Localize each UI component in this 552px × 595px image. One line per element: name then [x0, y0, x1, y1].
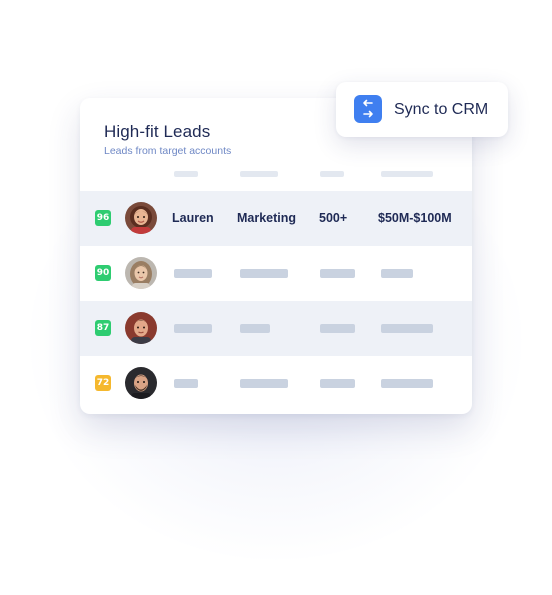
sync-arrows-icon [354, 95, 382, 123]
header-placeholder-name [174, 171, 198, 177]
avatar [125, 202, 157, 234]
placeholder-bar-department [240, 379, 288, 388]
lead-department: Marketing [237, 211, 297, 225]
placeholder-bar-revenue [381, 379, 433, 388]
placeholder-bar-name [174, 269, 212, 278]
lead-row[interactable]: 96 Lauren Marketing 500+ $50M-$100M [80, 191, 472, 246]
header-placeholder-department [240, 171, 278, 177]
avatar [125, 367, 157, 399]
sync-to-crm-button[interactable]: Sync to CRM [336, 82, 508, 137]
lead-employees: 500+ [319, 211, 348, 225]
placeholder-bar-department [240, 269, 288, 278]
score-badge: 90 [95, 265, 111, 281]
placeholder-bar-name [174, 324, 212, 333]
high-fit-leads-card: High-fit Leads Leads from target account… [80, 98, 472, 414]
placeholder-bar-department [240, 324, 270, 333]
avatar [125, 257, 157, 289]
placeholder-bar-revenue [381, 324, 433, 333]
lead-revenue: $50M-$100M [378, 211, 452, 225]
header-placeholder-revenue [381, 171, 433, 177]
score-badge: 72 [95, 375, 111, 391]
score-badge: 96 [95, 210, 111, 226]
placeholder-bar-revenue [381, 269, 413, 278]
lead-row[interactable]: 90 [80, 246, 472, 301]
placeholder-bar-name [174, 379, 198, 388]
placeholder-bar-employees [320, 379, 355, 388]
card-subtitle: Leads from target accounts [104, 145, 232, 157]
placeholder-bar-employees [320, 269, 355, 278]
avatar [125, 312, 157, 344]
header-placeholder-employees [320, 171, 344, 177]
lead-row[interactable]: 87 [80, 301, 472, 356]
placeholder-bar-employees [320, 324, 355, 333]
sync-button-label: Sync to CRM [394, 101, 489, 118]
score-badge: 87 [95, 320, 111, 336]
lead-row[interactable]: 72 [80, 356, 472, 411]
card-title: High-fit Leads [104, 122, 211, 141]
lead-name: Lauren [172, 211, 214, 225]
